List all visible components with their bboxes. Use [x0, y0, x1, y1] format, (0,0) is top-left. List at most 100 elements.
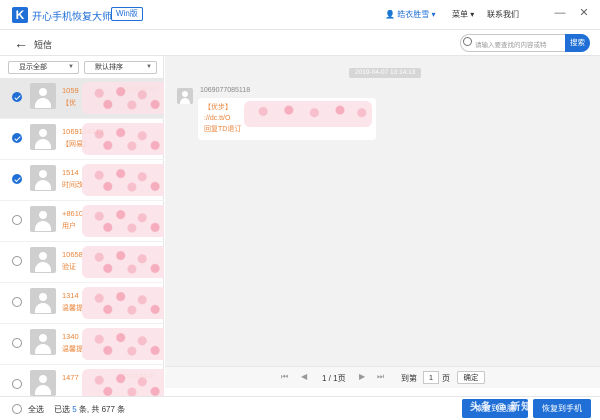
- conversation-preview: 【优: [62, 100, 76, 107]
- prev-page-icon[interactable]: ◀: [301, 372, 307, 381]
- privacy-mask: [82, 287, 164, 319]
- chevron-down-icon: ▾: [470, 10, 475, 19]
- conversation-item[interactable]: 1069124313【网易】: [0, 119, 164, 160]
- conversation-checkbox[interactable]: [12, 256, 22, 266]
- page-info: 1 / 1页: [322, 374, 346, 383]
- menu-button[interactable]: 菜单 ▾: [452, 9, 474, 20]
- privacy-mask: [82, 369, 164, 396]
- conversation-item[interactable]: 1340 温馨提: [0, 324, 164, 365]
- contact-us-link[interactable]: 联系我们: [487, 9, 519, 20]
- conversation-checkbox[interactable]: [12, 92, 22, 102]
- selection-count: 已选 5 条, 共 677 条: [54, 404, 125, 415]
- conversation-name: 1314: [62, 291, 79, 300]
- last-page-icon[interactable]: ⏭: [377, 372, 384, 382]
- conversation-checkbox[interactable]: [12, 379, 22, 389]
- contact-avatar: [30, 370, 56, 396]
- contact-avatar: [30, 206, 56, 232]
- conversation-checkbox[interactable]: [12, 174, 22, 184]
- conversation-checkbox[interactable]: [12, 297, 22, 307]
- select-all-checkbox[interactable]: [12, 404, 22, 414]
- conversation-item[interactable]: 1314 温馨提: [0, 283, 164, 324]
- conversation-preview: 温馨提: [62, 346, 83, 353]
- close-button[interactable]: ✕: [576, 5, 592, 21]
- privacy-mask: [82, 246, 164, 278]
- conversation-preview: 时间改: [62, 182, 83, 189]
- user-name: 皓衣胜雪: [397, 10, 430, 19]
- conversation-name: 10658: [62, 250, 83, 259]
- show-filter-select[interactable]: 显示全部 ▼: [8, 61, 79, 74]
- page-title: 短信: [34, 40, 53, 50]
- search-input[interactable]: 请输入要查找的内容或特: [475, 39, 563, 49]
- edition-badge: Win版: [111, 7, 143, 21]
- sender-avatar: [177, 88, 193, 104]
- minimize-button[interactable]: —: [552, 5, 568, 21]
- contact-avatar: [30, 165, 56, 191]
- message-bubble: 【优步】 ://dc.tt/O 回复TD退订: [198, 98, 376, 140]
- sort-value: 默认排序: [95, 64, 123, 71]
- privacy-mask: [82, 205, 164, 237]
- count-suffix: 条: [114, 405, 126, 414]
- chevron-down-icon: ▼: [68, 64, 74, 70]
- watermark: 头条 @ 新知: [470, 402, 533, 413]
- title-bar: K 开心手机恢复大师 Win版 👤 皓衣胜雪 ▾ 菜单 ▾ 联系我们 — ✕: [0, 0, 600, 30]
- conversation-item[interactable]: 14772019-04-07: [0, 365, 164, 396]
- user-menu[interactable]: 👤 皓衣胜雪 ▾: [385, 9, 435, 20]
- app-title: 开心手机恢复大师: [32, 12, 112, 23]
- conversation-item[interactable]: 1514 时间改: [0, 160, 164, 201]
- count-mid: 条, 共: [76, 405, 102, 414]
- conversation-name: +8610: [62, 209, 84, 218]
- conversation-preview: 温馨提: [62, 305, 83, 312]
- user-icon: 👤: [385, 10, 395, 19]
- privacy-mask: [82, 82, 164, 114]
- conversation-panel: 显示全部 ▼ 默认排序 ▼ 10592019-04-07【优1069124313…: [0, 56, 164, 396]
- contact-avatar: [30, 83, 56, 109]
- goto-label: 到第: [401, 374, 417, 383]
- message-sender: 1069077085118: [200, 87, 251, 94]
- message-line: 回复TD退订: [204, 126, 242, 133]
- select-all-label[interactable]: 全选: [28, 404, 44, 415]
- page-header: ← 短信 请输入要查找的内容或特 搜索: [0, 30, 600, 56]
- chevron-down-icon: ▾: [431, 10, 436, 19]
- conversation-item[interactable]: 10592019-04-07【优: [0, 78, 164, 119]
- conversation-name: 1340: [62, 332, 79, 341]
- conversation-checkbox[interactable]: [12, 338, 22, 348]
- conversation-checkbox[interactable]: [12, 215, 22, 225]
- conversation-name: 1477: [62, 373, 79, 382]
- app-logo-icon: K: [12, 7, 28, 23]
- restore-to-phone-button[interactable]: 恢复到手机: [533, 399, 591, 418]
- conversation-item[interactable]: +8610 用户: [0, 201, 164, 242]
- menu-label: 菜单: [452, 10, 468, 19]
- first-page-icon[interactable]: ⏮: [281, 372, 288, 382]
- back-arrow-icon[interactable]: ←: [14, 34, 28, 52]
- message-line: 【优步】: [204, 104, 232, 111]
- sort-select[interactable]: 默认排序 ▼: [84, 61, 157, 74]
- message-date: 2019-04-07 13:14:13: [349, 68, 422, 78]
- conversation-name: 1514: [62, 168, 79, 177]
- contact-avatar: [30, 247, 56, 273]
- count-prefix: 已选: [54, 405, 73, 414]
- privacy-mask: [82, 123, 164, 155]
- search-icon: [463, 37, 472, 46]
- privacy-mask: [82, 328, 164, 360]
- total-count: 677: [101, 405, 115, 414]
- goto-confirm-button[interactable]: 确定: [457, 371, 485, 384]
- contact-avatar: [30, 329, 56, 355]
- next-page-icon[interactable]: ▶: [359, 372, 365, 381]
- message-line: ://dc.tt/O: [204, 115, 231, 122]
- chevron-down-icon: ▼: [146, 64, 152, 70]
- show-filter-value: 显示全部: [19, 64, 47, 71]
- conversation-preview: 验证: [62, 264, 76, 271]
- page-unit-label: 页: [442, 374, 450, 383]
- conversation-checkbox[interactable]: [12, 133, 22, 143]
- search-button[interactable]: 搜索: [565, 34, 590, 52]
- conversation-name: 1059: [62, 86, 79, 95]
- conversation-list: 10592019-04-07【优1069124313【网易】 1514 时间改 +86…: [0, 78, 164, 396]
- contact-avatar: [30, 288, 56, 314]
- privacy-mask: [82, 164, 164, 196]
- conversation-preview: 用户: [62, 223, 76, 230]
- conversation-item[interactable]: 10658 验证: [0, 242, 164, 283]
- page-number-input[interactable]: 1: [423, 371, 439, 384]
- contact-avatar: [30, 124, 56, 150]
- pagination: ⏮ ◀ 1 / 1页 ▶ ⏭ 到第 1 页 确定: [165, 366, 600, 388]
- message-panel: 2019-04-07 13:14:13 1069077085118 【优步】 :…: [165, 56, 600, 366]
